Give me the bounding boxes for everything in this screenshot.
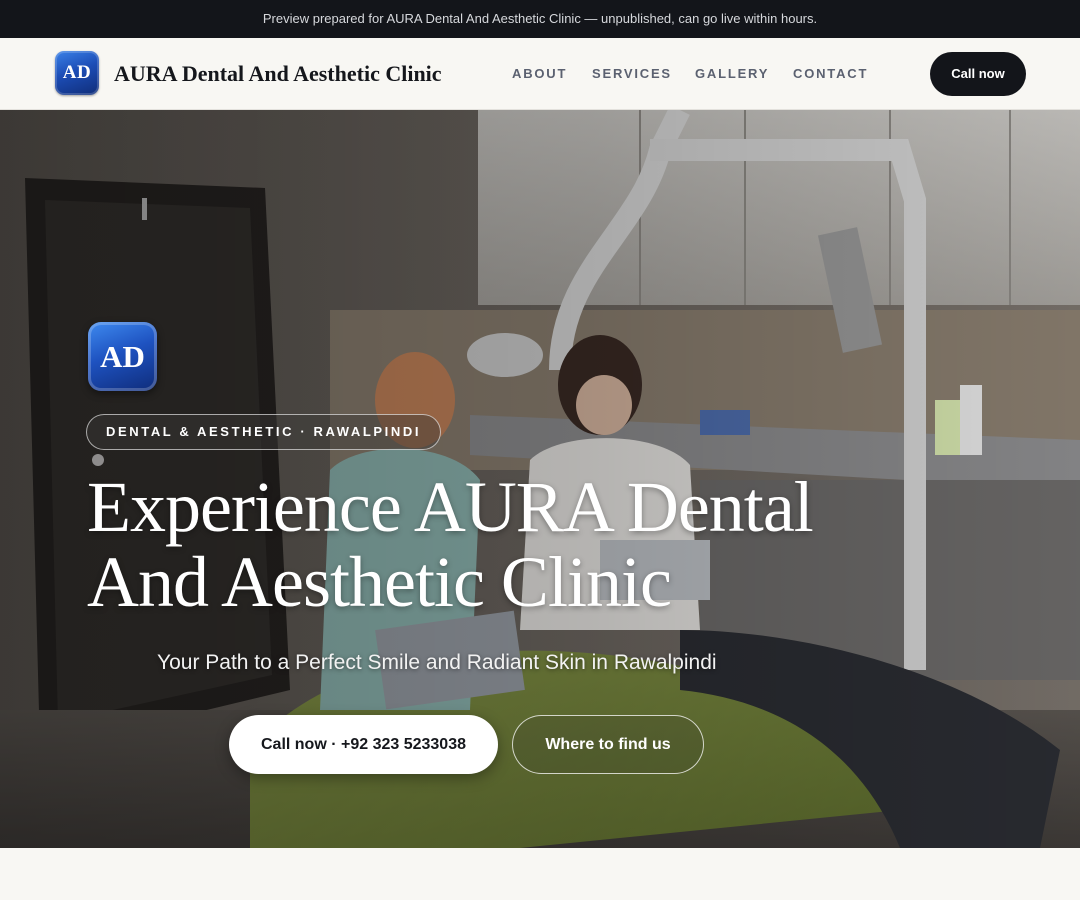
info-dot-icon	[92, 454, 104, 466]
nav-link-gallery[interactable]: GALLERY	[695, 66, 769, 82]
nav-link-contact[interactable]: CONTACT	[793, 66, 868, 82]
nav-link-services[interactable]: SERVICES	[592, 66, 672, 82]
site-header: AD AURA Dental And Aesthetic Clinic ABOU…	[0, 38, 1080, 110]
hero-tagline-pill: DENTAL & AESTHETIC · RAWALPINDI	[86, 414, 442, 450]
logo-badge[interactable]: AD	[55, 51, 99, 95]
hero-section: AD DENTAL & AESTHETIC · RAWALPINDI Exper…	[0, 110, 1080, 848]
brand-name[interactable]: AURA Dental And Aesthetic Clinic	[114, 60, 442, 88]
preview-banner-text: Preview prepared for AURA Dental And Aes…	[262, 11, 818, 26]
hero-call-button[interactable]: Call now · +92 323 5233038	[229, 715, 498, 774]
header-call-now-button[interactable]: Call now	[930, 52, 1026, 96]
hero-logo-badge: AD	[88, 322, 157, 391]
preview-banner: Preview prepared for AURA Dental And Aes…	[0, 0, 1080, 38]
next-section	[0, 848, 1080, 900]
hero-title: Experience AURA Dental And Aesthetic Cli…	[87, 467, 814, 622]
hero-directions-button[interactable]: Where to find us	[512, 715, 704, 774]
nav-link-about[interactable]: ABOUT	[512, 66, 567, 82]
hero-subtitle: Your Path to a Perfect Smile and Radiant…	[157, 651, 717, 674]
